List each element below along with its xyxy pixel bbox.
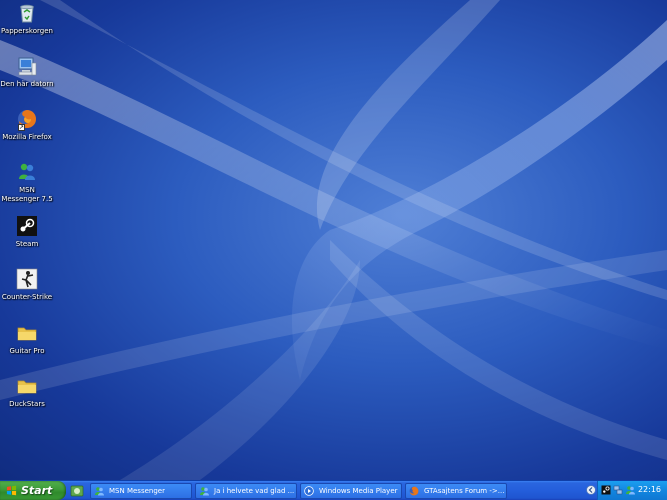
media-player-icon [304, 486, 314, 496]
folder-icon [17, 327, 37, 341]
desktop-icon-label: Den här datorn [0, 80, 54, 88]
steam-icon [17, 216, 37, 236]
desktop-icon-my-computer[interactable]: Den här datorn [0, 55, 54, 89]
msn-chat-icon [200, 487, 209, 496]
desktop-icon-steam[interactable]: Steam [0, 215, 54, 249]
network-tray-icon[interactable] [613, 485, 623, 495]
tray-expand-icon[interactable] [586, 485, 596, 495]
desktop-icon-label: Guitar Pro [9, 347, 45, 355]
my-computer-icon [18, 57, 37, 76]
desktop-icon-label: MSN Messenger 7.5 [1, 186, 53, 203]
desktop-icon-msn-messenger[interactable]: MSN Messenger 7.5 [0, 161, 54, 204]
steam-tray-icon[interactable] [601, 485, 611, 495]
task-msn-chat[interactable]: Ja i helvete vad glad ... [195, 483, 297, 499]
task-label: MSN Messenger [109, 487, 165, 495]
msn-messenger-icon [95, 487, 104, 496]
system-tray: 22:16 [586, 481, 667, 500]
clock[interactable]: 22:16 [638, 484, 661, 496]
desktop-icon-label: DuckStars [9, 400, 45, 408]
desktop[interactable]: Papperskorgen Den här datorn ↗ Mozilla F… [0, 0, 667, 480]
task-label: GTAsajtens Forum ->... [424, 487, 505, 495]
task-label: Ja i helvete vad glad ... [214, 487, 295, 495]
desktop-icon-counter-strike[interactable]: Counter-Strike [0, 268, 54, 302]
desktop-icon-recycle-bin[interactable]: Papperskorgen [0, 2, 54, 36]
start-label: Start [21, 484, 53, 497]
desktop-icon-duckstars[interactable]: DuckStars [0, 375, 54, 409]
task-gtasajtens-forum[interactable]: GTAsajtens Forum ->... [405, 483, 507, 499]
counter-strike-icon [16, 268, 38, 290]
wallpaper [0, 0, 667, 480]
start-button[interactable]: Start [0, 481, 66, 500]
folder-icon [17, 380, 37, 394]
msn-messenger-tray-icon[interactable] [625, 485, 635, 495]
desktop-icon-label: Steam [15, 240, 39, 248]
desktop-icon-label: Mozilla Firefox [2, 133, 52, 141]
windows-flag-icon [6, 485, 17, 496]
desktop-icon-guitar-pro[interactable]: Guitar Pro [0, 322, 54, 356]
desktop-icon-label: Counter-Strike [1, 293, 53, 301]
recycle-bin-icon [20, 4, 34, 23]
taskbar: Start MSN Messenger Ja i helvete vad gla… [0, 480, 667, 500]
shortcut-arrow-icon: ↗ [18, 124, 25, 131]
msn-messenger-icon [19, 163, 35, 180]
desktop-icon-firefox[interactable]: ↗ Mozilla Firefox [0, 108, 54, 142]
firefox-icon [409, 486, 419, 496]
desktop-icon-label: Papperskorgen [1, 27, 53, 35]
task-msn-messenger[interactable]: MSN Messenger [90, 483, 192, 499]
task-label: Windows Media Player [319, 487, 398, 495]
show-desktop-icon[interactable] [70, 484, 84, 498]
task-windows-media-player[interactable]: Windows Media Player [300, 483, 402, 499]
